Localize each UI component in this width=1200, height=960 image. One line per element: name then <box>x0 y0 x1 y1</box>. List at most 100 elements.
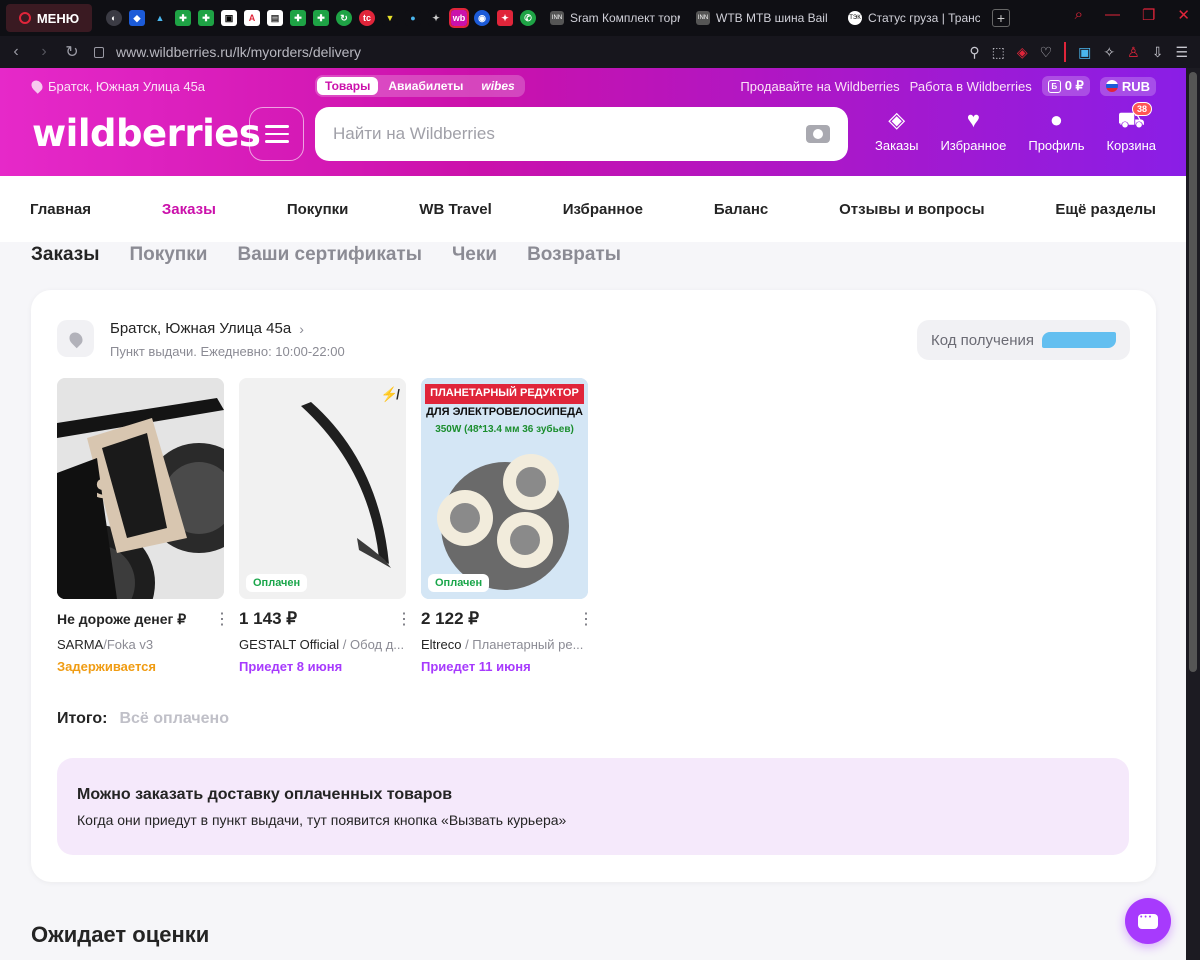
pocket-icon[interactable]: ◈ <box>1017 44 1028 61</box>
product-list: S Не дороже денег ₽ ⋮ SARMA/Foka v3 Заде… <box>57 378 594 674</box>
minimize-icon[interactable]: — <box>1105 6 1120 24</box>
nav-orders[interactable]: Заказы <box>162 201 216 218</box>
work-link[interactable]: Работа в Wildberries <box>910 79 1032 94</box>
box-icon: ◈ <box>888 107 906 132</box>
product-image[interactable]: S <box>57 378 224 599</box>
tab-certificates[interactable]: Ваши сертификаты <box>237 244 421 266</box>
search-input[interactable] <box>333 124 806 144</box>
reload-icon[interactable]: ↻ <box>60 42 84 62</box>
chat-button[interactable] <box>1125 898 1171 944</box>
sell-link[interactable]: Продавайте на Wildberries <box>740 79 899 94</box>
more-options-icon[interactable]: ⋮ <box>214 609 230 629</box>
tab-receipts[interactable]: Чеки <box>452 244 497 266</box>
pickup-code[interactable]: Код получения <box>916 320 1130 360</box>
switch-wibes[interactable]: wibes <box>473 77 522 95</box>
tab-returns[interactable]: Возвраты <box>527 244 621 266</box>
cart-button[interactable]: ⛟ 38 Корзина <box>1106 102 1156 153</box>
translate-icon[interactable]: ▣ <box>1078 44 1091 61</box>
pinned-tab-wb-icon[interactable]: wb <box>449 8 469 28</box>
pinned-tab-icon[interactable]: ✚ <box>313 10 329 26</box>
wildberries-logo[interactable]: wildberries <box>32 112 261 155</box>
window-controls: ⌕ — ❐ ✕ <box>1075 6 1190 24</box>
product-name: / Планетарный ре... <box>461 637 584 652</box>
tab-purchases[interactable]: Покупки <box>129 244 207 266</box>
product-card[interactable]: S Не дороже денег ₽ ⋮ SARMA/Foka v3 Заде… <box>57 378 230 674</box>
browser-tab[interactable]: INN WTB MTB шина Bail <box>688 4 840 32</box>
product-image-subtitle: ДЛЯ ЭЛЕКТРОВЕЛОСИПЕДА <box>426 406 583 418</box>
pinned-tab-icon[interactable]: ✦ <box>497 10 513 26</box>
delivery-status: Приедет 8 июня <box>239 659 343 674</box>
pinned-tab-icon[interactable]: ◉ <box>474 10 490 26</box>
pinned-tab-icon[interactable]: ▲ <box>152 10 168 26</box>
pinned-tab-icon[interactable]: ✚ <box>290 10 306 26</box>
pinned-tab-icon[interactable]: ✦ <box>428 10 444 26</box>
search-tabs-icon[interactable]: ⌕ <box>1075 6 1083 24</box>
browser-tab[interactable]: ТЭК Статус груза | Транс <box>840 4 988 32</box>
pinned-tab-icon[interactable]: ▤ <box>267 10 283 26</box>
nav-wb-travel[interactable]: WB Travel <box>419 201 492 218</box>
cart-label: Корзина <box>1106 138 1156 153</box>
download-icon[interactable]: ⇩ <box>1152 44 1164 61</box>
product-price: 2 122 ₽ <box>421 609 480 628</box>
balance-pill[interactable]: Б 0 ₽ <box>1041 76 1090 96</box>
product-image[interactable]: ПЛАНЕТАРНЫЙ РЕДУКТОР ДЛЯ ЭЛЕКТРОВЕЛОСИПЕ… <box>421 378 588 599</box>
nav-home[interactable]: Главная <box>30 201 91 218</box>
catalog-menu-button[interactable] <box>249 107 304 161</box>
account-icon[interactable]: ♙ <box>1127 44 1140 61</box>
url-text: www.wildberries.ru/lk/myorders/delivery <box>116 44 362 60</box>
pinned-tab-icon[interactable]: ◐ <box>106 10 122 26</box>
pinned-tab-icon[interactable]: ✆ <box>520 10 536 26</box>
pinned-tab-icon[interactable]: ▣ <box>221 10 237 26</box>
location-pin-icon <box>29 78 45 94</box>
pin-page-icon[interactable]: ⚲ <box>969 44 979 61</box>
easy-setup-icon[interactable]: ☰ <box>1175 44 1188 61</box>
heart-icon[interactable]: ♡ <box>1040 44 1053 61</box>
pinned-tab-icon[interactable]: ◆ <box>129 10 145 26</box>
currency-pill[interactable]: RUB <box>1099 76 1156 96</box>
brand-name: SARMA <box>57 637 104 652</box>
balance-icon: Б <box>1047 79 1061 93</box>
forward-icon[interactable]: › <box>32 43 56 61</box>
pinned-tab-icon[interactable]: tc <box>359 10 375 26</box>
chevron-right-icon: › <box>299 320 304 337</box>
pinned-tab-icon[interactable]: ✚ <box>175 10 191 26</box>
favorites-button[interactable]: ♥ Избранное <box>940 108 1006 154</box>
tab-orders[interactable]: Заказы <box>31 244 99 266</box>
pinned-tab-icon[interactable]: ▼ <box>382 10 398 26</box>
orders-label: Заказы <box>875 138 919 153</box>
page-scrollbar[interactable] <box>1186 68 1200 960</box>
more-options-icon[interactable]: ⋮ <box>578 609 594 629</box>
more-options-icon[interactable]: ⋮ <box>396 609 412 629</box>
pickup-address-link[interactable]: Братск, Южная Улица 45а › <box>110 320 345 337</box>
switch-goods[interactable]: Товары <box>317 77 379 95</box>
url-field[interactable]: www.wildberries.ru/lk/myorders/delivery <box>94 44 361 60</box>
opera-logo-icon <box>18 12 31 24</box>
browser-tab[interactable]: INN Sram Комплект торм <box>542 4 688 32</box>
location-selector[interactable]: Братск, Южная Улица 45а <box>29 78 205 94</box>
maximize-icon[interactable]: ❐ <box>1142 6 1155 24</box>
extensions-icon[interactable]: ✧ <box>1103 44 1115 61</box>
close-icon[interactable]: ✕ <box>1177 6 1190 24</box>
orders-button[interactable]: ◈ Заказы <box>875 107 919 154</box>
product-card[interactable]: ⚡̸ Оплачен 1 143 ₽ ⋮ GESTALT Official / … <box>239 378 412 674</box>
scroll-thumb[interactable] <box>1189 72 1197 672</box>
profile-button[interactable]: ● Профиль <box>1028 108 1084 154</box>
pinned-tab-icon[interactable]: ↻ <box>336 10 352 26</box>
browser-menu-button[interactable]: МЕНЮ <box>6 4 92 32</box>
nav-purchases[interactable]: Покупки <box>287 201 349 218</box>
product-image[interactable]: ⚡̸ Оплачен <box>239 378 406 599</box>
new-tab-button[interactable]: + <box>992 9 1010 27</box>
snapshot-icon[interactable]: ⬚ <box>992 44 1005 61</box>
nav-more[interactable]: Ещё разделы <box>1055 201 1156 218</box>
browser-address-bar: ‹ › ↻ www.wildberries.ru/lk/myorders/del… <box>0 36 1200 68</box>
pinned-tab-icon[interactable]: ● <box>405 10 421 26</box>
pinned-tab-icon[interactable]: A <box>244 10 260 26</box>
camera-search-icon[interactable] <box>806 125 830 143</box>
nav-balance[interactable]: Баланс <box>714 201 768 218</box>
product-card[interactable]: ПЛАНЕТАРНЫЙ РЕДУКТОР ДЛЯ ЭЛЕКТРОВЕЛОСИПЕ… <box>421 378 594 674</box>
nav-reviews[interactable]: Отзывы и вопросы <box>839 201 984 218</box>
nav-favorites[interactable]: Избранное <box>563 201 643 218</box>
pinned-tab-icon[interactable]: ✚ <box>198 10 214 26</box>
back-icon[interactable]: ‹ <box>4 43 28 61</box>
switch-avia[interactable]: Авиабилеты <box>380 77 471 95</box>
